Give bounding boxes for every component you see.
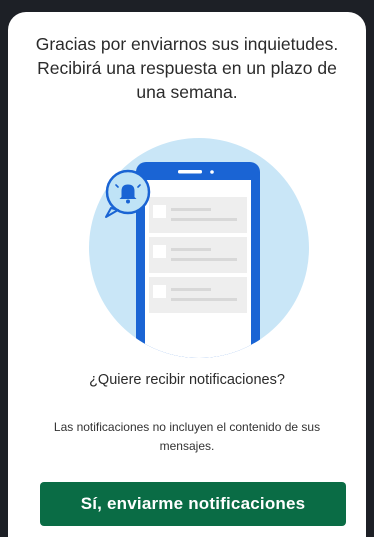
notification-prompt-sheet: Gracias por enviarnos sus inquietudes. R… [8,12,366,537]
enable-notifications-button[interactable]: Sí, enviarme notificaciones [40,482,346,526]
notifications-question: ¿Quiere recibir notificaciones? [89,372,285,388]
notifications-privacy-note: Las notificaciones no incluyen el conten… [53,420,321,453]
app-frame: Gracias por enviarnos sus inquietudes. R… [0,0,374,537]
left-edge [0,0,8,537]
phone-icon [136,162,260,358]
phone-notification-illustration [89,138,309,358]
